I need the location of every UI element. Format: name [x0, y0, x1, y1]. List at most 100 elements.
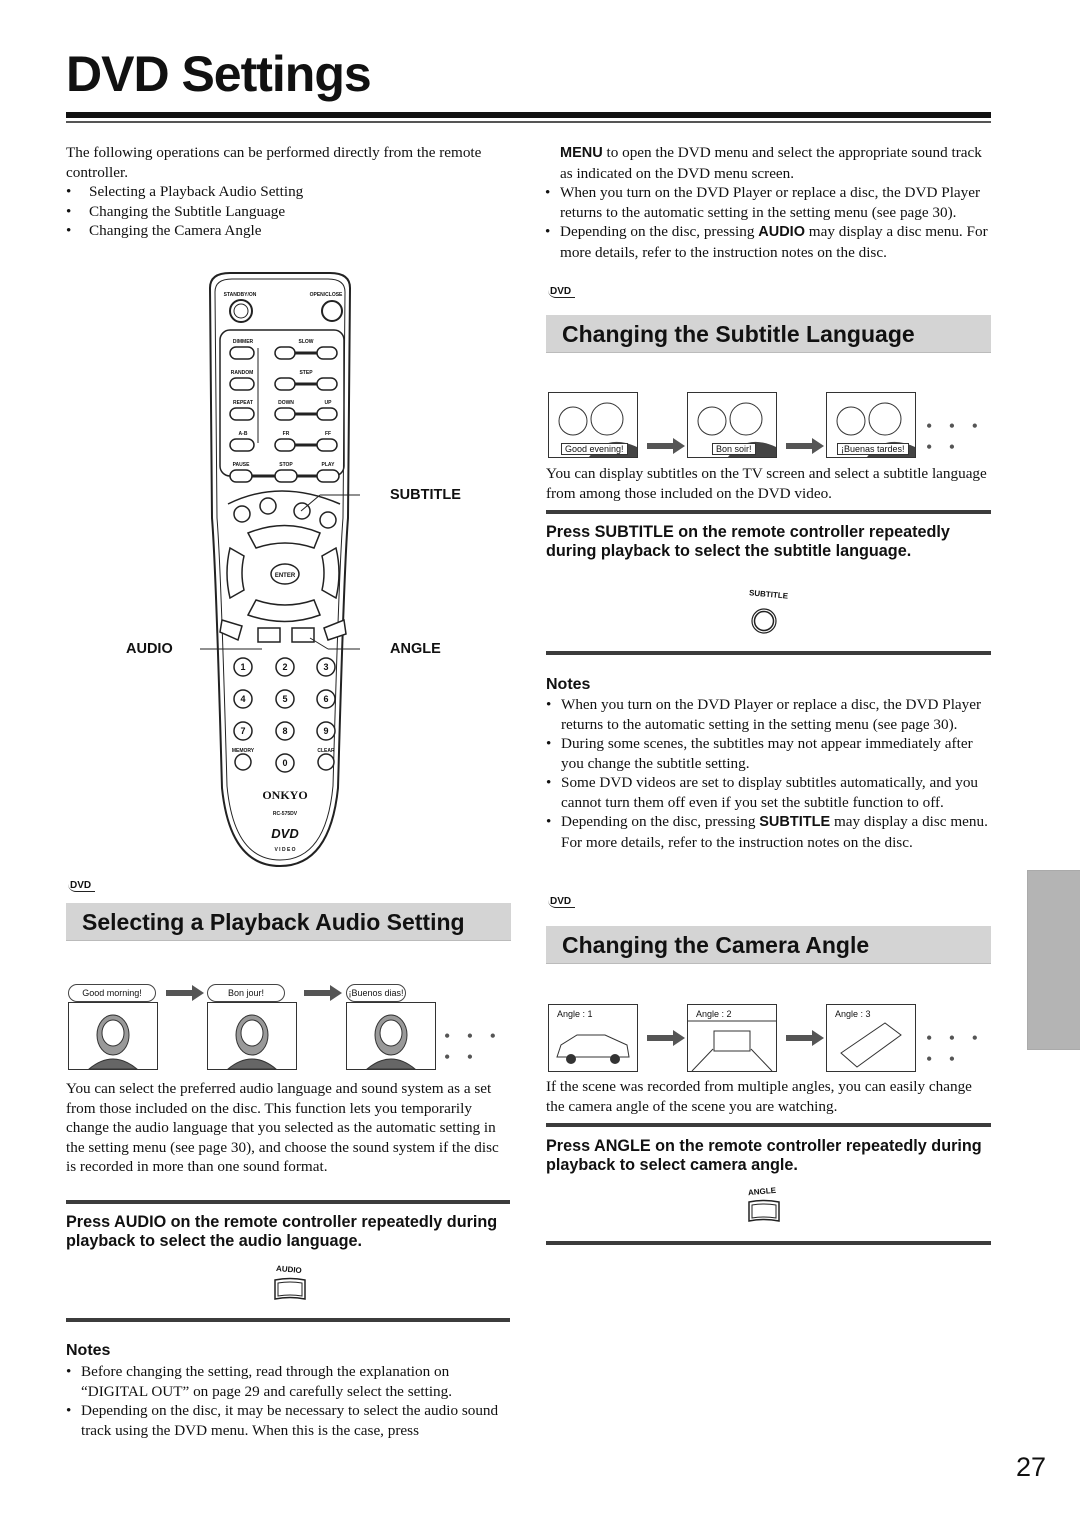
svg-text:SLOW: SLOW [299, 339, 314, 345]
audio-illustration: Good morning! Bon jour! ¡Buenos dias! • … [66, 982, 516, 1072]
ellipsis-dots: • • • • • [444, 1026, 502, 1067]
dvd-badge-icon: DVD [548, 286, 582, 302]
digit-1: 1 [240, 662, 245, 672]
angle-button-icon [748, 1199, 780, 1222]
angle-label: Angle : 1 [557, 1009, 593, 1019]
svg-text:DVD: DVD [271, 826, 299, 841]
angle-button-figure: ANGLE [740, 1186, 790, 1227]
ellipsis-dots: • • • • • [926, 1028, 984, 1069]
svg-text:STANDBY/ON: STANDBY/ON [224, 292, 257, 298]
woman-illustration [366, 1014, 416, 1069]
dvd-badge-icon: DVD [68, 880, 102, 896]
tv-frame: Good evening! [548, 392, 638, 458]
svg-text:UP: UP [325, 400, 333, 406]
svg-text:3: 3 [323, 662, 328, 672]
note-item: When you turn on the DVD Player or repla… [545, 183, 995, 222]
note-item: During some scenes, the subtitles may no… [546, 734, 992, 773]
svg-text:V I D E O: V I D E O [274, 847, 295, 853]
note-item: Some DVD videos are set to display subti… [546, 773, 992, 812]
svg-text:STEP: STEP [299, 370, 313, 376]
intro-bullet: Selecting a Playback Audio Setting [66, 182, 506, 202]
svg-text:8: 8 [282, 726, 287, 736]
divider [66, 1318, 510, 1322]
speech-bubble: Bon jour! [207, 984, 285, 1002]
angle-label: Angle : 3 [835, 1009, 871, 1019]
dvd-badge-icon: DVD [548, 896, 582, 912]
subtitle-illustration: Good evening! Bon soir! ¡Buenas tardes! … [546, 390, 996, 460]
svg-text:CLEAR: CLEAR [317, 748, 335, 754]
audio-body: You can select the preferred audio langu… [66, 1080, 499, 1175]
svg-text:STOP: STOP [279, 462, 293, 468]
svg-text:2: 2 [282, 662, 287, 672]
svg-text:0: 0 [282, 758, 287, 768]
page-title: DVD Settings [66, 46, 372, 102]
svg-text:FR: FR [283, 431, 290, 437]
tv-frame: Angle : 3 [826, 1004, 916, 1072]
subtitle-caption: Good evening! [561, 443, 628, 455]
arrow-right-icon [647, 1030, 685, 1046]
callout-subtitle: SUBTITLE [390, 487, 461, 503]
note-text: to open the DVD menu and select the appr… [560, 144, 982, 182]
arrow-right-icon [304, 985, 342, 1001]
svg-text:DIMMER: DIMMER [233, 339, 254, 345]
remote-body: 1 23 456 789 0 ENTER ONKYO RC-575DV DVD … [140, 272, 380, 868]
svg-text:PAUSE: PAUSE [233, 462, 251, 468]
note-item: Depending on the disc, it may be necessa… [66, 1401, 506, 1440]
svg-text:ONKYO: ONKYO [262, 788, 307, 802]
note-item: Depending on the disc, pressing AUDIO ma… [545, 222, 995, 262]
tv-frame [207, 1002, 297, 1070]
woman-illustration [227, 1014, 277, 1069]
svg-text:6: 6 [323, 694, 328, 704]
speech-bubble: Good morning! [68, 984, 156, 1002]
note-item: Depending on the disc, pressing SUBTITLE… [546, 812, 992, 852]
divider [546, 510, 991, 514]
subtitle-button-icon [751, 608, 777, 634]
chapter-tab [1027, 870, 1080, 1050]
svg-text:OPEN/CLOSE: OPEN/CLOSE [310, 292, 343, 298]
svg-text:A-B: A-B [239, 431, 248, 437]
arrow-right-icon [786, 438, 824, 454]
svg-text:9: 9 [323, 726, 328, 736]
svg-text:PLAY: PLAY [322, 462, 336, 468]
svg-text:7: 7 [240, 726, 245, 736]
callout-audio: AUDIO [126, 641, 173, 657]
tv-frame: Angle : 2 [687, 1004, 777, 1072]
intro-text: The following operations can be performe… [66, 144, 482, 181]
title-rule [66, 112, 991, 118]
svg-text:4: 4 [240, 694, 245, 704]
tv-frame [346, 1002, 436, 1070]
page-number: 27 [1015, 1452, 1046, 1482]
arrow-right-icon [166, 985, 204, 1001]
subtitle-instruction: Press SUBTITLE on the remote controller … [546, 523, 950, 560]
divider [546, 1123, 991, 1127]
subtitle-body: You can display subtitles on the TV scre… [546, 465, 987, 502]
subtitle-caption: Bon soir! [712, 443, 756, 455]
subtitle-notes-heading: Notes [546, 676, 591, 693]
audio-button-figure: AUDIO [266, 1263, 316, 1305]
subtitle-notes-list: When you turn on the DVD Player or repla… [546, 695, 992, 852]
subtitle-caption: ¡Buenas tardes! [837, 443, 909, 455]
angle-illustration: Angle : 1 Angle : 2 Angle : 3 • • • • • [546, 1002, 996, 1074]
speech-bubble: ¡Buenos dias! [346, 984, 406, 1002]
subtitle-button-figure: SUBTITLE [745, 588, 795, 638]
remote-controller: 1 23 456 789 0 ENTER ONKYO RC-575DV DVD … [140, 268, 380, 878]
angle-label: Angle : 2 [696, 1009, 732, 1019]
intro-bullet: Changing the Camera Angle [66, 221, 506, 241]
woman-illustration [88, 1014, 138, 1069]
audio-instruction: Press AUDIO on the remote controller rep… [66, 1213, 498, 1250]
intro: The following operations can be performe… [66, 143, 506, 241]
audio-button-icon [274, 1277, 306, 1300]
arrow-right-icon [786, 1030, 824, 1046]
menu-bold: MENU [560, 145, 603, 161]
svg-text:DOWN: DOWN [278, 400, 294, 406]
intro-bullet: Changing the Subtitle Language [66, 202, 506, 222]
svg-text:RC-575DV: RC-575DV [273, 811, 298, 817]
audio-section-heading: Selecting a Playback Audio Setting [66, 903, 511, 941]
audio-button-label: AUDIO [275, 1263, 303, 1276]
tv-frame: Angle : 1 [548, 1004, 638, 1072]
divider [546, 651, 991, 655]
audio-notes-heading: Notes [66, 1342, 111, 1359]
audio-notes-continued: MENU to open the DVD menu and select the… [545, 143, 995, 262]
angle-instruction: Press ANGLE on the remote controller rep… [546, 1137, 982, 1174]
tv-frame: ¡Buenas tardes! [826, 392, 916, 458]
